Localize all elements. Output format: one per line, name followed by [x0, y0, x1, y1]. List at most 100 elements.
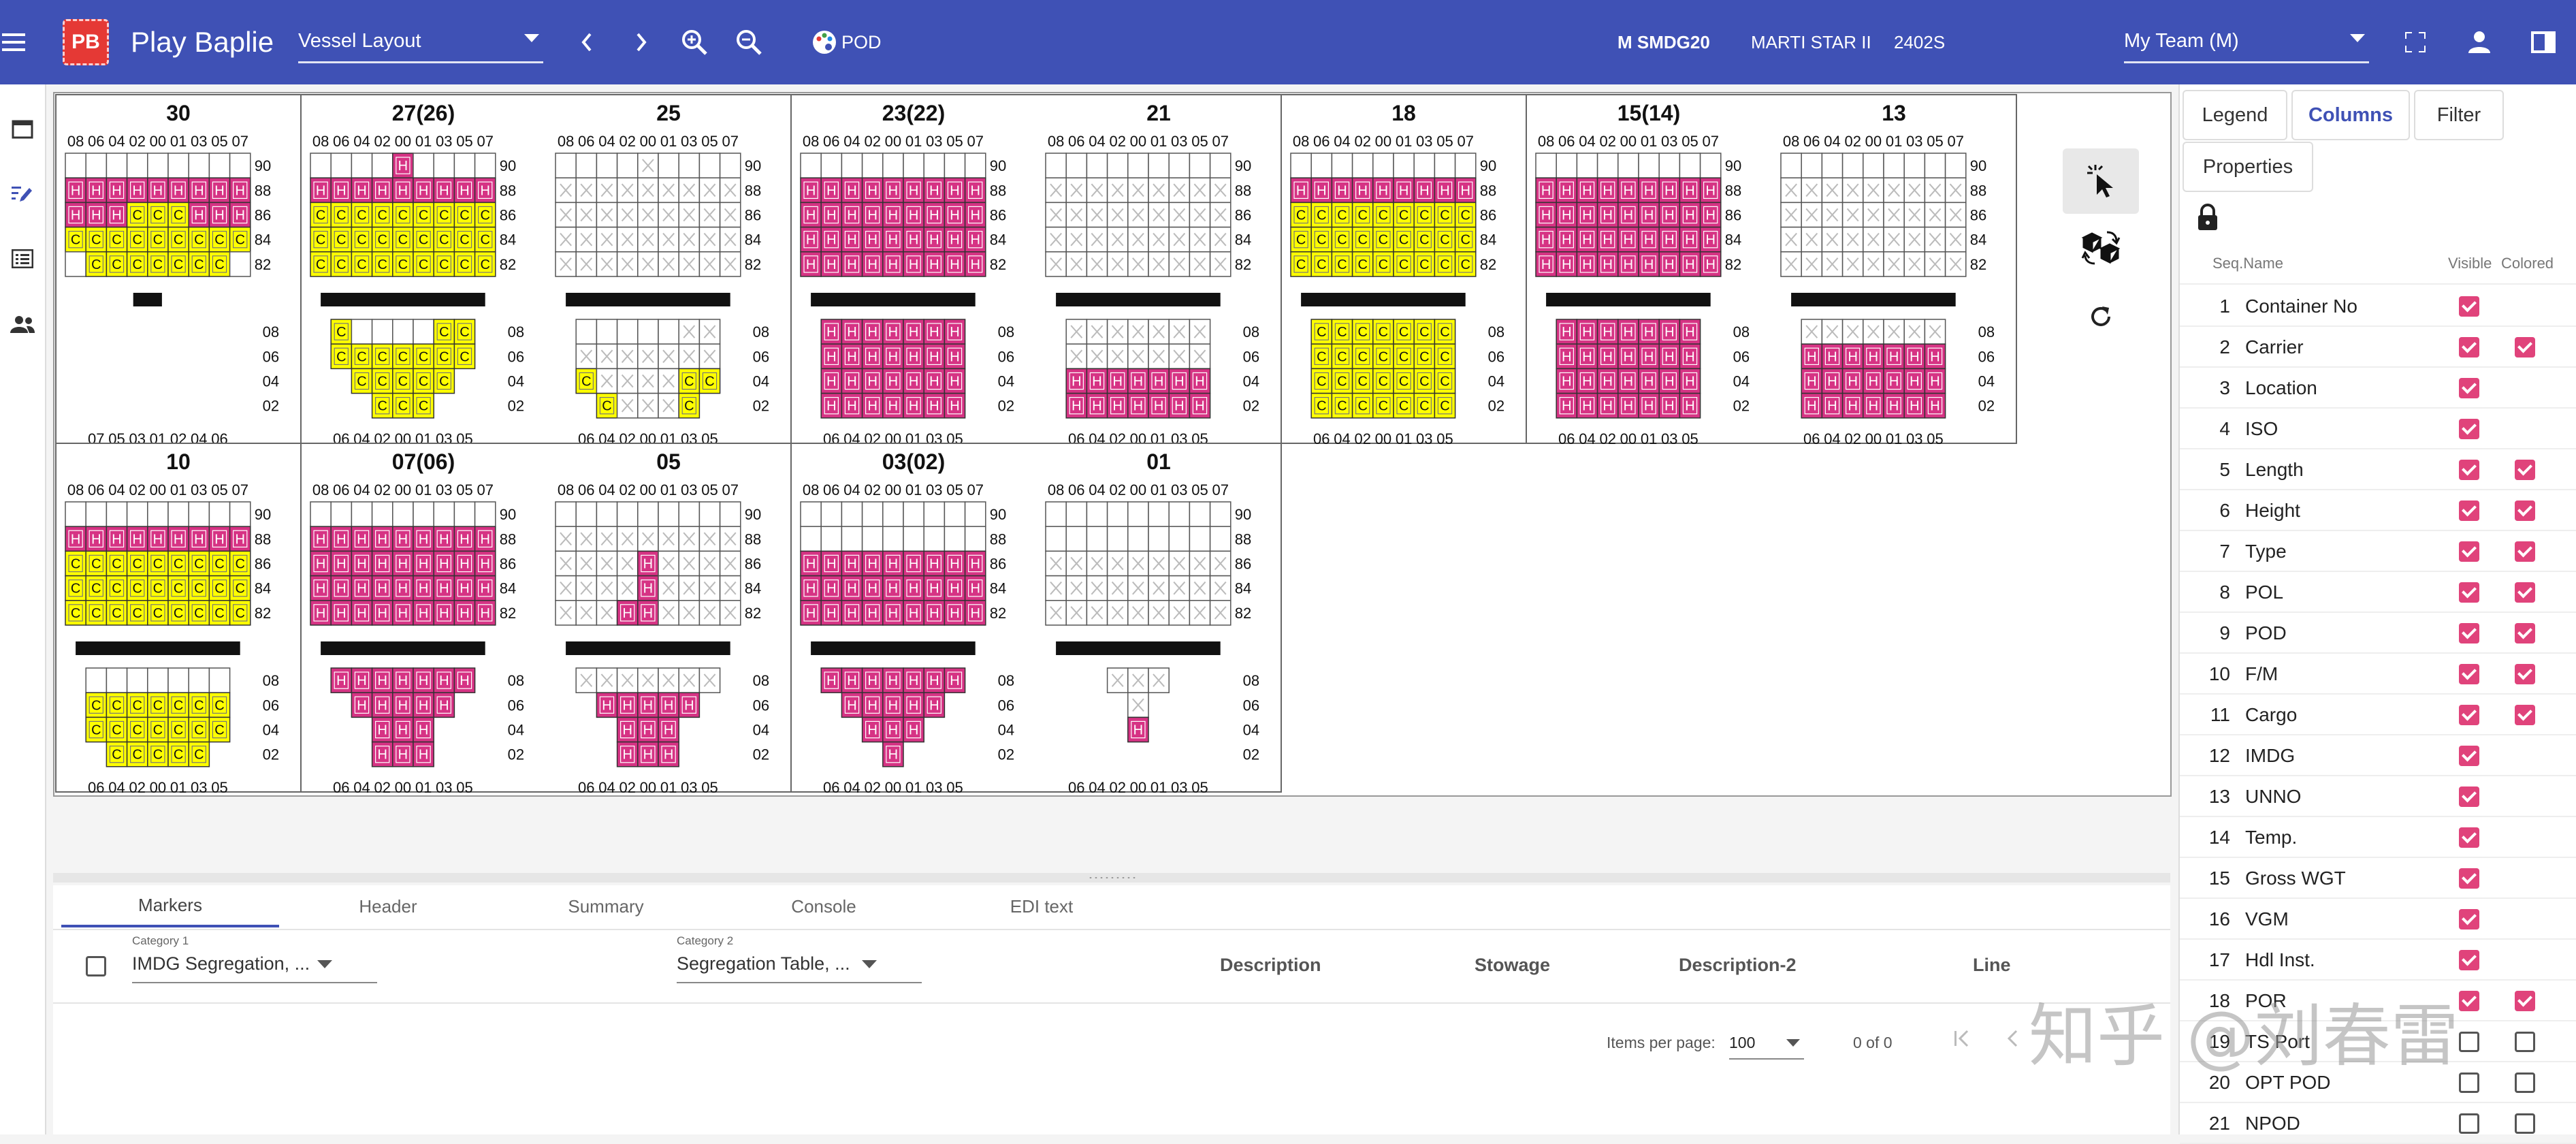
slot-empty[interactable] [1189, 501, 1211, 527]
slot-empty[interactable] [106, 667, 128, 693]
slot-empty[interactable] [413, 501, 434, 527]
slot-empty[interactable] [1209, 501, 1231, 527]
zoom-in-icon[interactable] [678, 26, 711, 59]
slot-empty[interactable] [800, 153, 822, 178]
slot-empty[interactable] [106, 153, 128, 178]
slot-empty[interactable] [1331, 153, 1353, 178]
slot-empty[interactable] [85, 667, 108, 693]
slot-empty[interactable] [167, 501, 189, 527]
slot-empty[interactable] [964, 501, 986, 527]
slot-empty[interactable] [903, 526, 924, 552]
visible-checkbox[interactable] [2459, 868, 2479, 889]
slot-empty[interactable] [474, 501, 496, 527]
menu-icon[interactable] [0, 22, 27, 63]
visible-checkbox[interactable] [2459, 541, 2479, 562]
slot-empty[interactable] [1148, 501, 1170, 527]
colored-checkbox[interactable] [2515, 1113, 2535, 1134]
slot-empty[interactable] [147, 153, 169, 178]
pod-color-button[interactable]: POD [811, 26, 900, 59]
slot-empty[interactable] [1310, 153, 1333, 178]
window-icon[interactable] [0, 102, 45, 157]
slot-empty[interactable] [208, 153, 231, 178]
slot-empty[interactable] [698, 501, 721, 527]
slot-empty[interactable] [637, 319, 659, 345]
slot-empty[interactable] [903, 501, 924, 527]
fullscreen-icon[interactable] [2399, 26, 2432, 59]
vessel-layout-canvas[interactable]: 30 08 06 04 02 00 01 03 05 07 90 H H H H H H H H H 88 H H H C C C H… [53, 92, 2172, 797]
slot-empty[interactable] [188, 153, 210, 178]
slot-empty[interactable] [861, 153, 884, 178]
slot-empty[interactable] [1209, 526, 1231, 552]
slot-empty[interactable] [126, 501, 148, 527]
visible-checkbox[interactable] [2459, 337, 2479, 358]
colored-checkbox[interactable] [2515, 541, 2535, 562]
slot-empty[interactable] [944, 526, 966, 552]
slot-empty[interactable] [188, 667, 210, 693]
visible-checkbox[interactable] [2459, 1072, 2479, 1093]
slot-empty[interactable] [85, 153, 108, 178]
refresh-icon[interactable] [2063, 289, 2139, 345]
slot-empty[interactable] [841, 526, 863, 552]
slot-empty[interactable] [882, 501, 904, 527]
colored-checkbox[interactable] [2515, 991, 2535, 1011]
slot-empty[interactable] [1168, 501, 1191, 527]
visible-checkbox[interactable] [2459, 623, 2479, 644]
slot-empty[interactable] [1801, 153, 1823, 178]
col-stowage[interactable]: Stowage [1475, 955, 1550, 976]
col-line[interactable]: Line [1973, 955, 2011, 976]
slot-empty[interactable] [1434, 153, 1456, 178]
slot-empty[interactable] [1535, 153, 1557, 178]
tab-summary[interactable]: Summary [497, 885, 715, 927]
slot-empty[interactable] [392, 501, 414, 527]
slot-empty[interactable] [1924, 153, 1946, 178]
slot-empty[interactable] [106, 501, 128, 527]
visible-checkbox[interactable] [2459, 1032, 2479, 1052]
slot-empty[interactable] [1106, 153, 1129, 178]
tab-console[interactable]: Console [715, 885, 933, 927]
columns-button[interactable]: Columns [2291, 90, 2410, 140]
col-description[interactable]: Description [1220, 955, 1321, 976]
slot-empty[interactable] [1065, 526, 1088, 552]
slot-empty[interactable] [65, 251, 86, 277]
slot-empty[interactable] [1086, 501, 1108, 527]
slot-empty[interactable] [1106, 501, 1129, 527]
slot-empty[interactable] [371, 153, 393, 178]
category-2-select[interactable]: Category 2 Segregation Table, ... [677, 934, 922, 983]
visible-checkbox[interactable] [2459, 378, 2479, 398]
slot-empty[interactable] [658, 501, 679, 527]
slot-empty[interactable] [310, 153, 332, 178]
colored-checkbox[interactable] [2515, 705, 2535, 725]
slot-empty[interactable] [229, 153, 251, 178]
legend-button[interactable]: Legend [2183, 90, 2287, 140]
slot-empty[interactable] [208, 667, 231, 693]
visible-checkbox[interactable] [2459, 746, 2479, 766]
slot-empty[interactable] [453, 153, 476, 178]
first-page-icon[interactable] [1952, 1028, 1980, 1058]
slot-empty[interactable] [1065, 153, 1088, 178]
visible-checkbox[interactable] [2459, 950, 2479, 970]
right-panel-icon[interactable] [2527, 26, 2560, 59]
slot-empty[interactable] [1086, 153, 1108, 178]
slot-empty[interactable] [944, 153, 966, 178]
slot-empty[interactable] [85, 501, 108, 527]
slot-empty[interactable] [698, 153, 721, 178]
slot-empty[interactable] [330, 153, 353, 178]
chevron-left-icon[interactable] [573, 27, 600, 57]
slot-empty[interactable] [1658, 153, 1681, 178]
slot-empty[interactable] [1045, 501, 1067, 527]
slot-empty[interactable] [1556, 153, 1578, 178]
slot-empty[interactable] [1127, 501, 1149, 527]
colored-checkbox[interactable] [2515, 582, 2535, 603]
people-icon[interactable] [0, 297, 45, 351]
slot-empty[interactable] [1045, 153, 1067, 178]
col-description-2[interactable]: Description-2 [1679, 955, 1797, 976]
slot-empty[interactable] [658, 153, 679, 178]
slot-empty[interactable] [678, 501, 701, 527]
edit-layout-icon[interactable] [0, 166, 45, 221]
list-icon[interactable] [0, 232, 45, 286]
tab-header[interactable]: Header [279, 885, 497, 927]
panel-splitter[interactable] [53, 873, 2170, 883]
slot-empty[interactable] [1086, 526, 1108, 552]
slot-empty[interactable] [596, 319, 618, 345]
slot-empty[interactable] [882, 153, 904, 178]
